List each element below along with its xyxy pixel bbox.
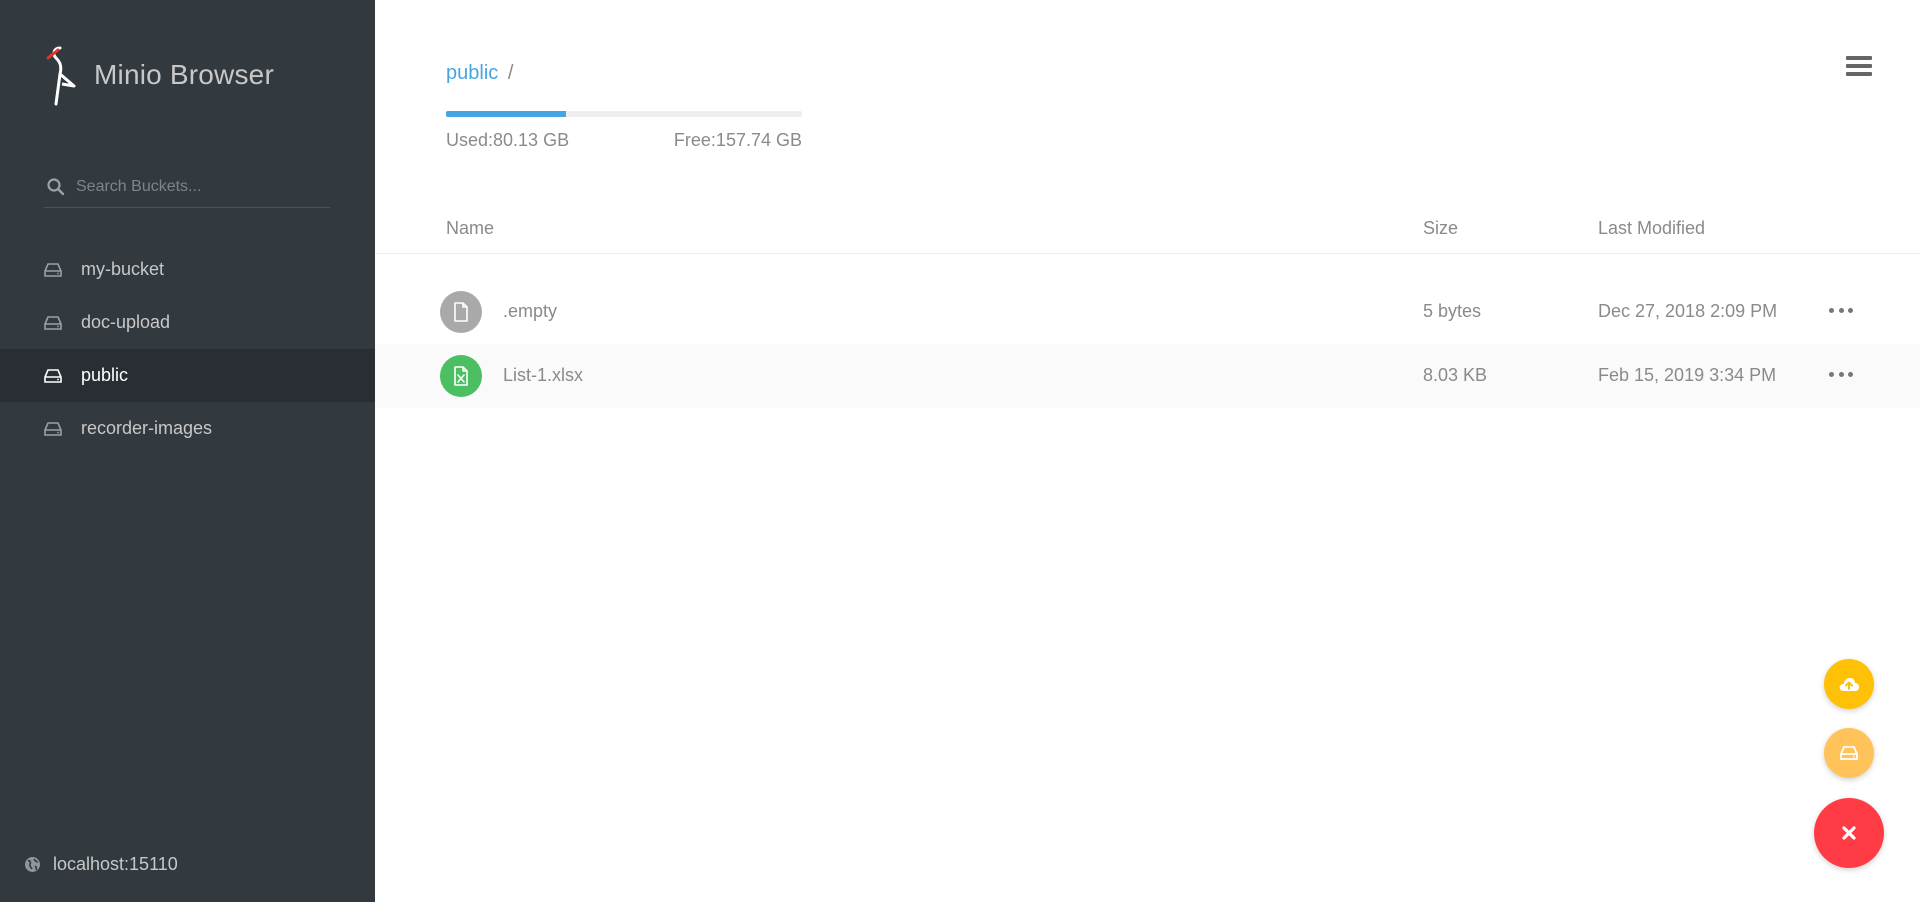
app-title: Minio Browser bbox=[94, 59, 274, 90]
file-icon bbox=[440, 291, 482, 333]
breadcrumb: public / bbox=[446, 62, 513, 85]
logo: Minio Browser bbox=[44, 44, 274, 106]
breadcrumb-bucket-link[interactable]: public bbox=[446, 62, 498, 84]
more-actions-icon[interactable] bbox=[1829, 372, 1853, 380]
file-modified: Feb 15, 2019 3:34 PM bbox=[1598, 365, 1777, 385]
sidebar-item-doc-upload[interactable]: doc-upload bbox=[0, 296, 375, 349]
sidebar-item-public[interactable]: public bbox=[0, 349, 375, 402]
column-header-name[interactable]: Name bbox=[446, 218, 494, 239]
bucket-label: recorder-images bbox=[81, 418, 213, 438]
cloud-upload-icon bbox=[1839, 678, 1859, 691]
more-actions-icon[interactable] bbox=[1829, 308, 1853, 316]
menu-line bbox=[1846, 64, 1872, 68]
storage-free: Free:157.74 GB bbox=[673, 130, 802, 150]
main-content: public / Used:80.13 GB Free:157.74 GB Na… bbox=[375, 0, 1920, 902]
file-modified: Dec 27, 2018 2:09 PM bbox=[1598, 301, 1778, 321]
column-header-size[interactable]: Size bbox=[1423, 218, 1458, 239]
storage-usage-fill bbox=[446, 111, 566, 117]
hard-drive-icon bbox=[44, 262, 62, 277]
file-size: 5 bytes bbox=[1423, 301, 1482, 321]
bucket-label: public bbox=[81, 365, 129, 385]
upload-file-button[interactable] bbox=[1824, 659, 1874, 709]
bucket-list: my-bucket doc-upload public recorder-ima… bbox=[0, 243, 375, 455]
sidebar: Minio Browser my-bucket doc-upload publi… bbox=[0, 0, 375, 902]
table-header: Name Size Last Modified bbox=[375, 212, 1920, 254]
file-name[interactable]: .empty bbox=[503, 301, 557, 322]
breadcrumb-separator: / bbox=[507, 62, 514, 84]
search-icon bbox=[47, 177, 65, 195]
hamburger-menu-button[interactable] bbox=[1846, 56, 1872, 78]
minio-logo-icon bbox=[46, 46, 76, 106]
storage-usage-bar bbox=[446, 111, 802, 117]
host-info: localhost:15110 bbox=[24, 854, 178, 875]
menu-line bbox=[1846, 56, 1872, 60]
close-icon bbox=[1842, 826, 1856, 840]
bucket-label: my-bucket bbox=[81, 259, 165, 279]
bucket-label: doc-upload bbox=[81, 312, 171, 332]
hard-drive-icon bbox=[44, 421, 62, 436]
hard-drive-icon bbox=[1840, 746, 1858, 760]
globe-icon bbox=[25, 857, 40, 872]
file-name[interactable]: List-1.xlsx bbox=[503, 365, 583, 386]
file-list: .empty 5 bytes Dec 27, 2018 2:09 PM List… bbox=[375, 280, 1920, 408]
table-row[interactable]: List-1.xlsx 8.03 KB Feb 15, 2019 3:34 PM bbox=[375, 344, 1920, 408]
hard-drive-icon bbox=[44, 315, 62, 330]
table-row[interactable]: .empty 5 bytes Dec 27, 2018 2:09 PM bbox=[375, 280, 1920, 344]
sidebar-item-recorder-images[interactable]: recorder-images bbox=[0, 402, 375, 455]
menu-line bbox=[1846, 72, 1872, 76]
close-fab-menu-button[interactable] bbox=[1814, 798, 1884, 868]
create-bucket-button[interactable] bbox=[1824, 728, 1874, 778]
column-header-last-modified[interactable]: Last Modified bbox=[1598, 218, 1705, 239]
sidebar-item-my-bucket[interactable]: my-bucket bbox=[0, 243, 375, 296]
search-bar bbox=[44, 166, 330, 208]
host-address: localhost:15110 bbox=[53, 854, 178, 874]
file-size: 8.03 KB bbox=[1423, 365, 1488, 385]
storage-used: Used:80.13 GB bbox=[446, 130, 570, 150]
excel-file-icon bbox=[440, 355, 482, 397]
hard-drive-icon bbox=[44, 368, 62, 383]
search-input[interactable] bbox=[76, 177, 316, 196]
